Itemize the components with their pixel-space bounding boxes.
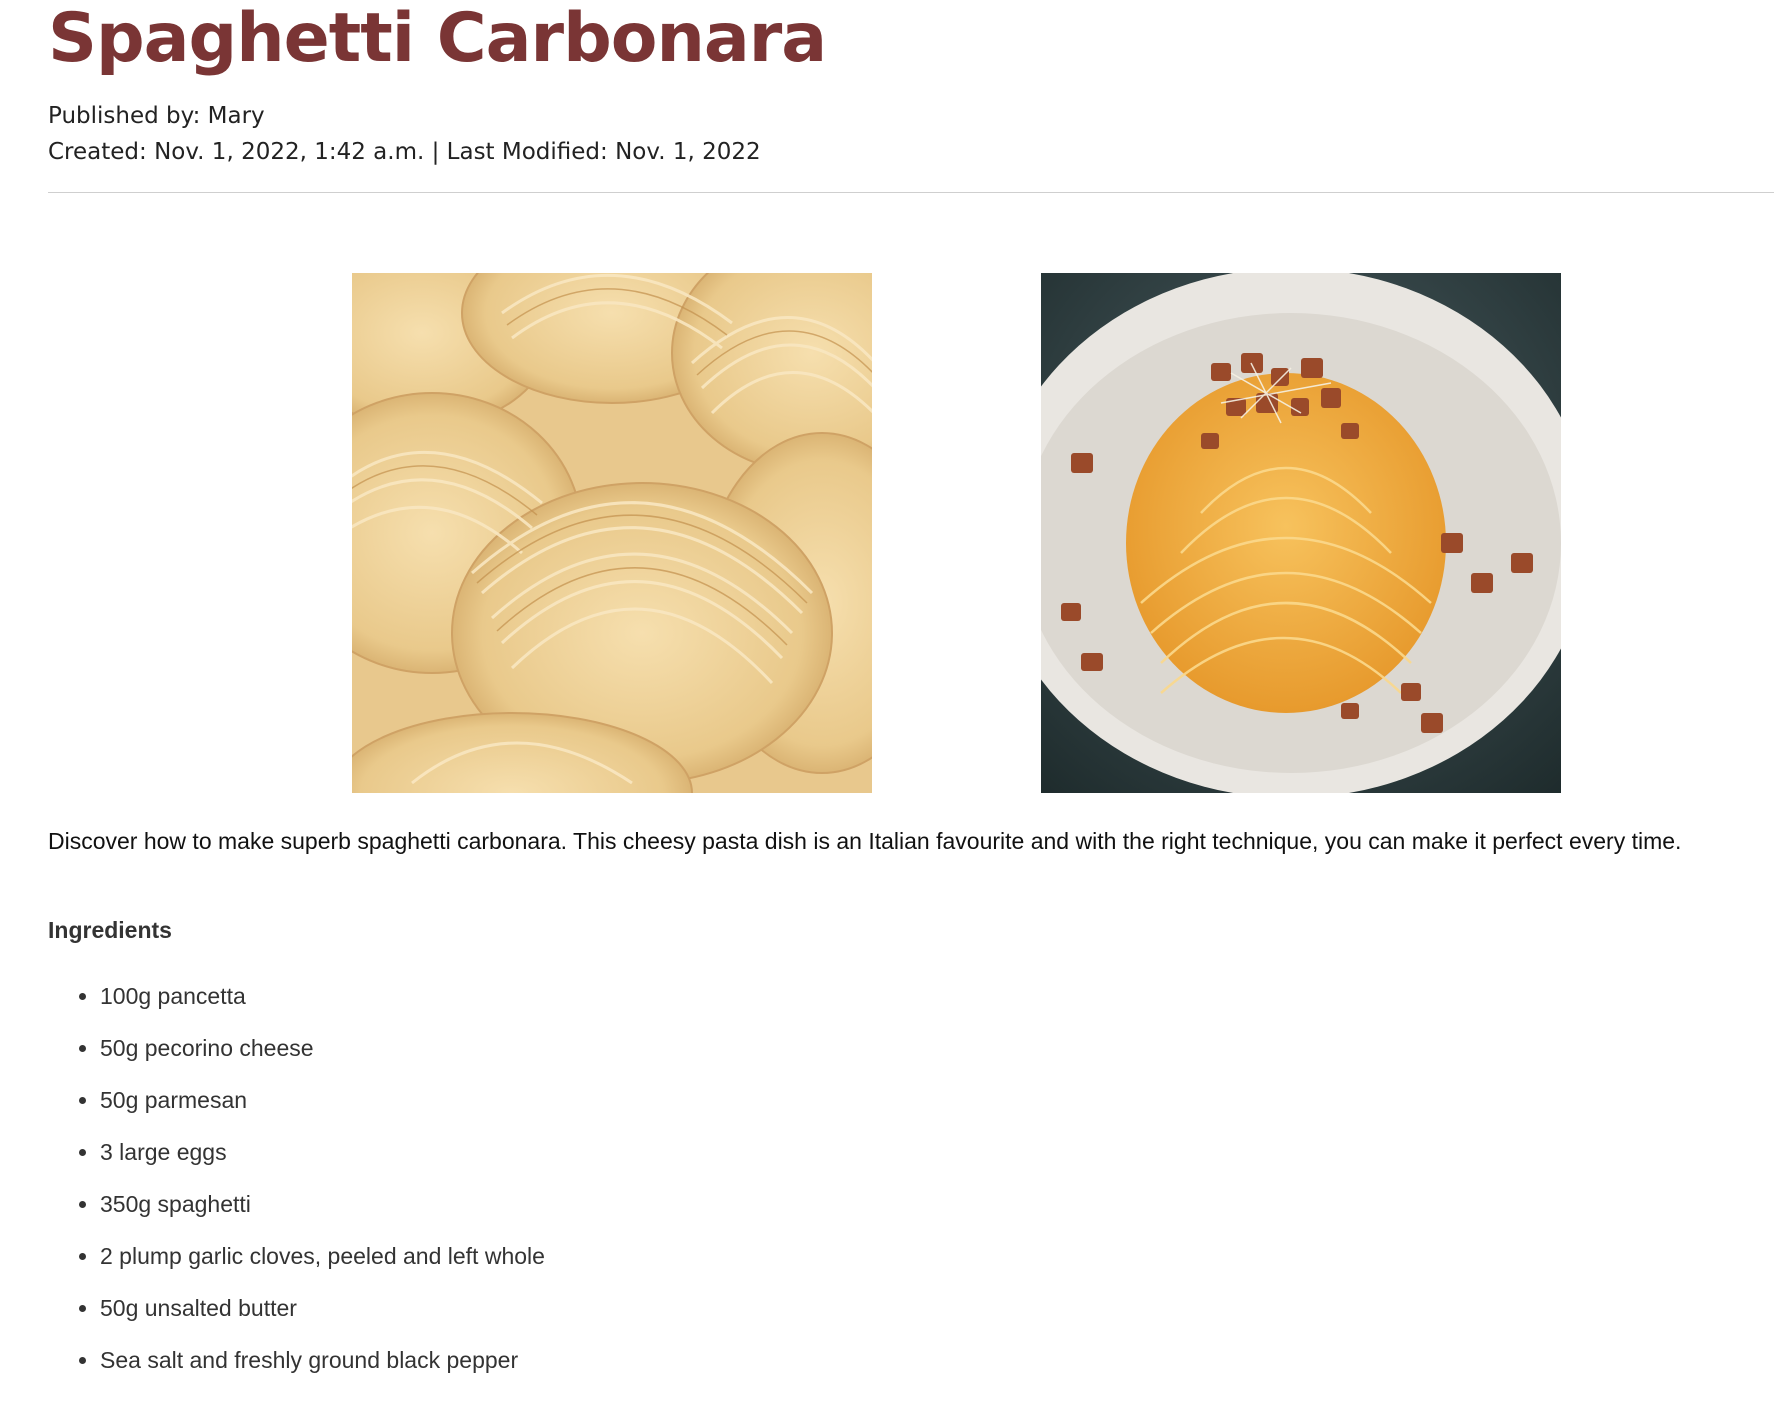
ingredients-heading: Ingredients [48, 917, 172, 943]
recipe-meta: Published by: Mary Created: Nov. 1, 2022… [48, 98, 1774, 170]
list-item: Sea salt and freshly ground black pepper [100, 1346, 1774, 1398]
list-item: 50g pecorino cheese [100, 1034, 1774, 1086]
ingredients-list: 100g pancetta 50g pecorino cheese 50g pa… [48, 982, 1774, 1398]
header-divider [48, 192, 1774, 193]
list-item: 3 large eggs [100, 1138, 1774, 1190]
created-modified-dates: Created: Nov. 1, 2022, 1:42 a.m. | Last … [48, 139, 761, 165]
published-by: Published by: Mary [48, 103, 265, 129]
recipe-intro: Discover how to make superb spaghetti ca… [48, 828, 1682, 854]
list-item: 50g unsalted butter [100, 1294, 1774, 1346]
recipe-title: Spaghetti Carbonara [48, 0, 827, 78]
image-gallery [48, 273, 1774, 803]
list-item: 100g pancetta [100, 982, 1774, 1034]
plated-carbonara-photo [1041, 273, 1561, 793]
list-item: 350g spaghetti [100, 1190, 1774, 1242]
raw-spaghetti-photo [352, 273, 872, 793]
recipe-page: Spaghetti Carbonara Published by: Mary C… [48, 0, 1774, 1398]
list-item: 50g parmesan [100, 1086, 1774, 1138]
list-item: 2 plump garlic cloves, peeled and left w… [100, 1242, 1774, 1294]
